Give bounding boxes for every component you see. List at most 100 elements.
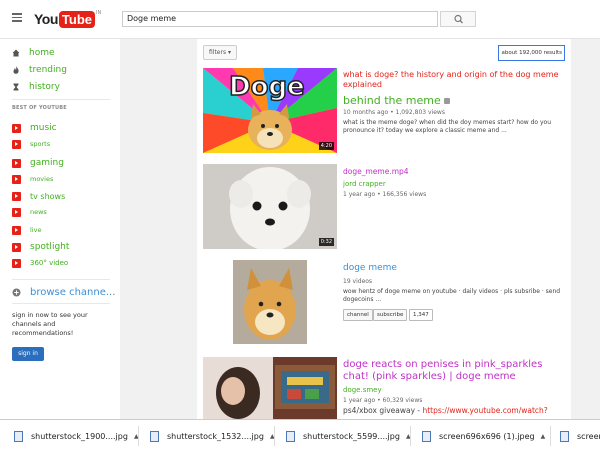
search-results-panel: filters ▾ about 192,000 results Doge 4:2… xyxy=(197,39,571,419)
home-icon xyxy=(12,49,20,57)
video-duration: 4:20 xyxy=(318,142,334,150)
video-duration: 0:32 xyxy=(318,238,334,246)
sidebar-item-label: home xyxy=(29,48,55,58)
gaming-icon xyxy=(12,158,21,168)
chevron-up-icon[interactable]: ▲ xyxy=(541,433,546,440)
channel-button[interactable]: channel xyxy=(343,309,373,321)
sidebar-item-label: gaming xyxy=(30,158,64,168)
filters-button[interactable]: filters ▾ xyxy=(203,45,238,60)
sidebar-item-music[interactable]: music xyxy=(12,121,57,135)
logo-you-text: You xyxy=(34,11,58,27)
tv-shows-icon xyxy=(12,191,21,201)
music-icon xyxy=(12,123,21,133)
sign-in-button[interactable]: sign in xyxy=(12,347,44,361)
download-separator xyxy=(274,426,275,446)
verified-badge-icon xyxy=(444,98,451,104)
sidebar-item-label: trending xyxy=(29,65,67,75)
sidebar-item-tv-shows[interactable]: tv shows xyxy=(12,189,65,203)
sidebar-divider xyxy=(12,279,110,280)
360-video-icon xyxy=(12,258,21,268)
search-button[interactable] xyxy=(440,11,476,27)
download-item[interactable]: shutterstock_1532....jpg ▲ xyxy=(150,427,275,445)
sidebar-item-label: tv shows xyxy=(30,191,66,201)
playlist-meta: 19 videos xyxy=(343,278,373,285)
news-icon xyxy=(12,207,21,217)
download-item[interactable]: screen xyxy=(560,427,600,445)
image-file-icon xyxy=(150,430,159,442)
playlist-title-link[interactable]: doge meme xyxy=(343,263,397,273)
channel-link[interactable]: doge.smey xyxy=(343,386,382,394)
spotlight-icon xyxy=(12,242,21,252)
search-icon xyxy=(454,14,463,24)
sidebar: home trending history BEST OF YOUTUBE mu… xyxy=(0,39,120,419)
download-item[interactable]: shutterstock_1900....jpg ▲ xyxy=(14,427,139,445)
video-title-link[interactable]: doge reacts on penises in pink_sparkles … xyxy=(343,359,565,383)
download-filename: shutterstock_1900....jpg xyxy=(31,431,128,441)
sidebar-item-spotlight[interactable]: spotlight xyxy=(12,240,69,254)
image-file-icon xyxy=(14,430,23,442)
sidebar-item-label: live xyxy=(30,226,42,234)
browse-channels-label: browse channe... xyxy=(30,287,116,298)
sidebar-item-trending[interactable]: trending xyxy=(12,63,67,77)
subscribe-button[interactable]: subscribe xyxy=(373,309,408,321)
description-link[interactable]: https://www.youtube.com/watch? xyxy=(422,406,547,415)
sidebar-item-home[interactable]: home xyxy=(12,46,55,60)
section-title-best-of-youtube: BEST OF YOUTUBE xyxy=(12,105,67,111)
sidebar-item-movies[interactable]: movies xyxy=(12,172,53,186)
hourglass-icon xyxy=(13,83,19,91)
playlist-description: wow hentz of doge meme on youtube · dail… xyxy=(343,288,561,303)
video-description: ps4/xbox giveaway - https://www.youtube.… xyxy=(343,406,565,415)
thumbnail-caption: Doge xyxy=(228,71,305,103)
live-icon xyxy=(12,225,21,235)
video-thumbnail[interactable]: Doge 4:20 xyxy=(203,68,337,153)
sidebar-item-live[interactable]: live xyxy=(12,223,41,237)
sidebar-item-gaming[interactable]: gaming xyxy=(12,156,64,170)
download-item[interactable]: shutterstock_5599....jpg ▲ xyxy=(286,427,411,445)
sidebar-item-label: news xyxy=(30,208,47,216)
sidebar-item-360-video[interactable]: 360° video xyxy=(12,256,68,270)
image-file-icon xyxy=(422,430,431,442)
logo-tube-text: Tube xyxy=(58,10,95,28)
channel-name: behind the meme xyxy=(343,94,441,107)
browse-channels-link[interactable]: browse channe... xyxy=(12,287,115,298)
download-separator xyxy=(550,426,551,446)
top-bar: You Tube IN Doge meme xyxy=(0,0,600,39)
sidebar-item-label: music xyxy=(30,123,57,133)
video-meta: 10 months ago • 1,092,803 views xyxy=(343,109,445,116)
flame-icon xyxy=(13,66,19,74)
video-title-link[interactable]: doge_meme.mp4 xyxy=(343,167,409,177)
video-thumbnail[interactable]: 0:32 xyxy=(203,164,337,249)
downloads-bar: shutterstock_1900....jpg ▲ shutterstock_… xyxy=(0,419,600,451)
signin-prompt-text: sign in now to see your channels and rec… xyxy=(12,311,88,337)
sidebar-item-label: movies xyxy=(30,175,54,183)
reaction-thumbnail-image xyxy=(203,357,337,419)
logo-region-text: IN xyxy=(96,10,102,16)
white-dog-thumbnail-image xyxy=(203,164,337,249)
video-title-link[interactable]: what is doge? the history and origin of … xyxy=(343,70,565,90)
download-filename: screen xyxy=(577,431,600,441)
channel-link[interactable]: behind the meme xyxy=(343,94,451,107)
plus-circle-icon xyxy=(12,288,21,297)
doge-avatar-image xyxy=(233,260,307,344)
youtube-logo[interactable]: You Tube IN xyxy=(34,10,101,28)
sidebar-item-news[interactable]: news xyxy=(12,205,47,219)
download-item[interactable]: screen696x696 (1).jpeg ▲ xyxy=(422,427,545,445)
download-filename: shutterstock_5599....jpg xyxy=(303,431,400,441)
search-input[interactable]: Doge meme xyxy=(122,11,438,27)
video-meta: 1 year ago • 166,356 views xyxy=(343,191,427,198)
channel-link[interactable]: jord crapper xyxy=(343,180,386,188)
hamburger-menu-icon[interactable] xyxy=(12,13,22,22)
sidebar-item-history[interactable]: history xyxy=(12,80,60,94)
video-thumbnail[interactable] xyxy=(203,357,337,419)
sidebar-item-label: history xyxy=(29,82,60,92)
subscriber-count: 1,347 xyxy=(409,309,433,321)
sidebar-item-sports[interactable]: sports xyxy=(12,137,50,151)
sidebar-item-label: sports xyxy=(30,140,51,148)
image-file-icon xyxy=(286,430,295,442)
channel-thumbnail[interactable] xyxy=(233,260,307,344)
sidebar-item-label: 360° video xyxy=(30,259,69,267)
results-count: about 192,000 results xyxy=(498,45,565,61)
download-filename: shutterstock_1532....jpg xyxy=(167,431,264,441)
download-separator xyxy=(410,426,411,446)
video-meta: 1 year ago • 60,329 views xyxy=(343,397,423,404)
